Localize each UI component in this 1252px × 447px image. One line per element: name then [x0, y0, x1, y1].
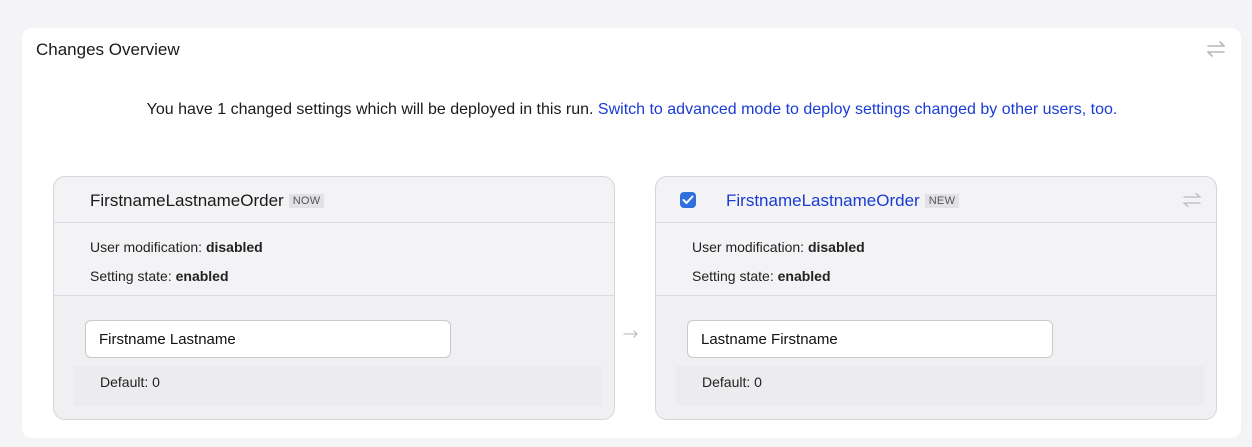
setting-name[interactable]: FirstnameLastnameOrder NEW [726, 191, 960, 211]
setting-name: FirstnameLastnameOrder NOW [90, 191, 325, 211]
user-modification-label: User modification: [692, 239, 805, 255]
arrow-right-icon [623, 326, 639, 338]
setting-state-row: Setting state: enabled [90, 262, 263, 291]
user-modification-value: disabled [807, 239, 865, 255]
advanced-mode-link[interactable]: Switch to advanced mode to deploy settin… [598, 101, 1117, 118]
setting-meta: User modification: disabled Setting stat… [692, 233, 865, 291]
setting-state-value: enabled [777, 268, 831, 284]
default-value: Default: 0 [100, 374, 160, 390]
card-header: FirstnameLastnameOrder NOW [54, 177, 614, 223]
user-modification-value: disabled [205, 239, 263, 255]
deploy-checkbox[interactable] [680, 192, 696, 208]
setting-name-link[interactable]: FirstnameLastnameOrder [726, 191, 920, 210]
user-modification-label: User modification: [90, 239, 203, 255]
now-badge: NOW [288, 194, 325, 208]
setting-value-field[interactable] [687, 320, 1053, 358]
swap-arrows-icon[interactable] [1205, 38, 1227, 60]
card-body: Default: 0 [656, 295, 1216, 419]
setting-state-value: enabled [175, 268, 229, 284]
default-value: Default: 0 [702, 374, 762, 390]
card-header: FirstnameLastnameOrder NEW [656, 177, 1216, 223]
setting-state-label: Setting state: [90, 268, 172, 284]
user-modification-row: User modification: disabled [90, 233, 263, 262]
intro-text: You have 1 changed settings which will b… [146, 101, 594, 118]
setting-state-label: Setting state: [692, 268, 774, 284]
setting-meta: User modification: disabled Setting stat… [90, 233, 263, 291]
changes-overview-panel: Changes Overview You have 1 changed sett… [22, 28, 1241, 438]
new-badge: NEW [924, 194, 960, 208]
setting-name-label: FirstnameLastnameOrder [90, 191, 284, 210]
swap-arrows-icon[interactable] [1182, 191, 1202, 209]
current-setting-card: FirstnameLastnameOrder NOW User modificat… [53, 176, 615, 420]
panel-title: Changes Overview [36, 40, 180, 59]
user-modification-row: User modification: disabled [692, 233, 865, 262]
card-body: Default: 0 [54, 295, 614, 419]
setting-value-field[interactable] [85, 320, 451, 358]
new-setting-card: FirstnameLastnameOrder NEW User modificat… [655, 176, 1217, 420]
intro-message: You have 1 changed settings which will b… [42, 98, 1222, 121]
setting-state-row: Setting state: enabled [692, 262, 865, 291]
